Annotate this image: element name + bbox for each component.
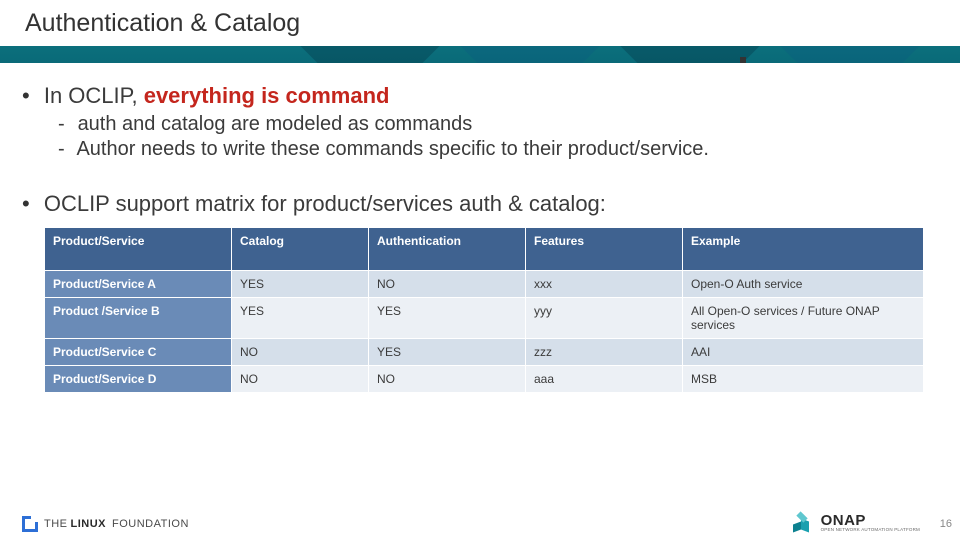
sub-bullet-1-text: auth and catalog are modeled as commands (78, 113, 473, 135)
bullet-2-text: OCLIP support matrix for product/service… (44, 191, 606, 216)
table-row: Product/Service A YES NO xxx Open-O Auth… (45, 271, 924, 298)
sub-bullet-2: - Author needs to write these commands s… (58, 138, 938, 161)
bullet-dot-icon: • (22, 83, 30, 108)
col-example: Example (683, 228, 924, 271)
table-header-row: Product/Service Catalog Authentication F… (45, 228, 924, 271)
cell-catalog: NO (232, 339, 369, 366)
bullet-2: • OCLIP support matrix for product/servi… (22, 191, 938, 217)
col-features: Features (526, 228, 683, 271)
col-auth: Authentication (369, 228, 526, 271)
cell-auth: NO (369, 366, 526, 393)
table-row: Product /Service B YES YES yyy All Open-… (45, 298, 924, 339)
onap-mark-icon (793, 512, 815, 534)
title-band: Authentication & Catalog (0, 0, 960, 63)
col-catalog: Catalog (232, 228, 369, 271)
linux-foundation-logo: THE LINUX FOUNDATION (22, 516, 186, 532)
cell-example: AAI (683, 339, 924, 366)
bullet-1: • In OCLIP, everything is command (22, 83, 938, 109)
cell-ps: Product /Service B (45, 298, 232, 339)
bullet-1-prefix: In OCLIP, (44, 83, 144, 108)
lf-linux: LINUX (71, 518, 107, 530)
cell-example: Open-O Auth service (683, 271, 924, 298)
sub-bullet-1: - auth and catalog are modeled as comman… (58, 113, 938, 136)
support-matrix-table: Product/Service Catalog Authentication F… (44, 227, 924, 393)
slide-body: • In OCLIP, everything is command - auth… (0, 63, 960, 393)
cell-catalog: YES (232, 271, 369, 298)
dash-icon: - (58, 113, 72, 136)
cell-example: MSB (683, 366, 924, 393)
onap-name: ONAP (821, 513, 920, 528)
linux-foundation-mark-icon (22, 516, 38, 532)
col-product: Product/Service (45, 228, 232, 271)
cell-catalog: NO (232, 366, 369, 393)
cell-ps: Product/Service C (45, 339, 232, 366)
cell-ps: Product/Service D (45, 366, 232, 393)
lf-the: THE (44, 518, 68, 530)
slide-footer: THE LINUX FOUNDATION ONAP OPEN NETWORK A… (0, 506, 960, 534)
table-row: Product/Service D NO NO aaa MSB (45, 366, 924, 393)
bullet-dot-icon: • (22, 191, 30, 216)
onap-logo: ONAP OPEN NETWORK AUTOMATION PLATFORM (793, 512, 920, 534)
lf-foundation: FOUNDATION (112, 518, 189, 530)
cell-features: xxx (526, 271, 683, 298)
cell-example: All Open-O services / Future ONAP servic… (683, 298, 924, 339)
cell-features: aaa (526, 366, 683, 393)
onap-subtitle: OPEN NETWORK AUTOMATION PLATFORM (821, 528, 920, 533)
cell-auth: YES (369, 339, 526, 366)
table-row: Product/Service C NO YES zzz AAI (45, 339, 924, 366)
page-number: 16 (940, 518, 952, 530)
slide: Authentication & Catalog • In OCLIP, eve… (0, 0, 960, 540)
cell-auth: NO (369, 271, 526, 298)
page-title: Authentication & Catalog (25, 0, 721, 46)
cell-catalog: YES (232, 298, 369, 339)
bullet-1-emphasis: everything is command (144, 83, 390, 108)
cell-features: zzz (526, 339, 683, 366)
cell-auth: YES (369, 298, 526, 339)
dash-icon: - (58, 138, 72, 161)
sub-bullet-2-text: Author needs to write these commands spe… (76, 138, 709, 160)
cell-features: yyy (526, 298, 683, 339)
cell-ps: Product/Service A (45, 271, 232, 298)
